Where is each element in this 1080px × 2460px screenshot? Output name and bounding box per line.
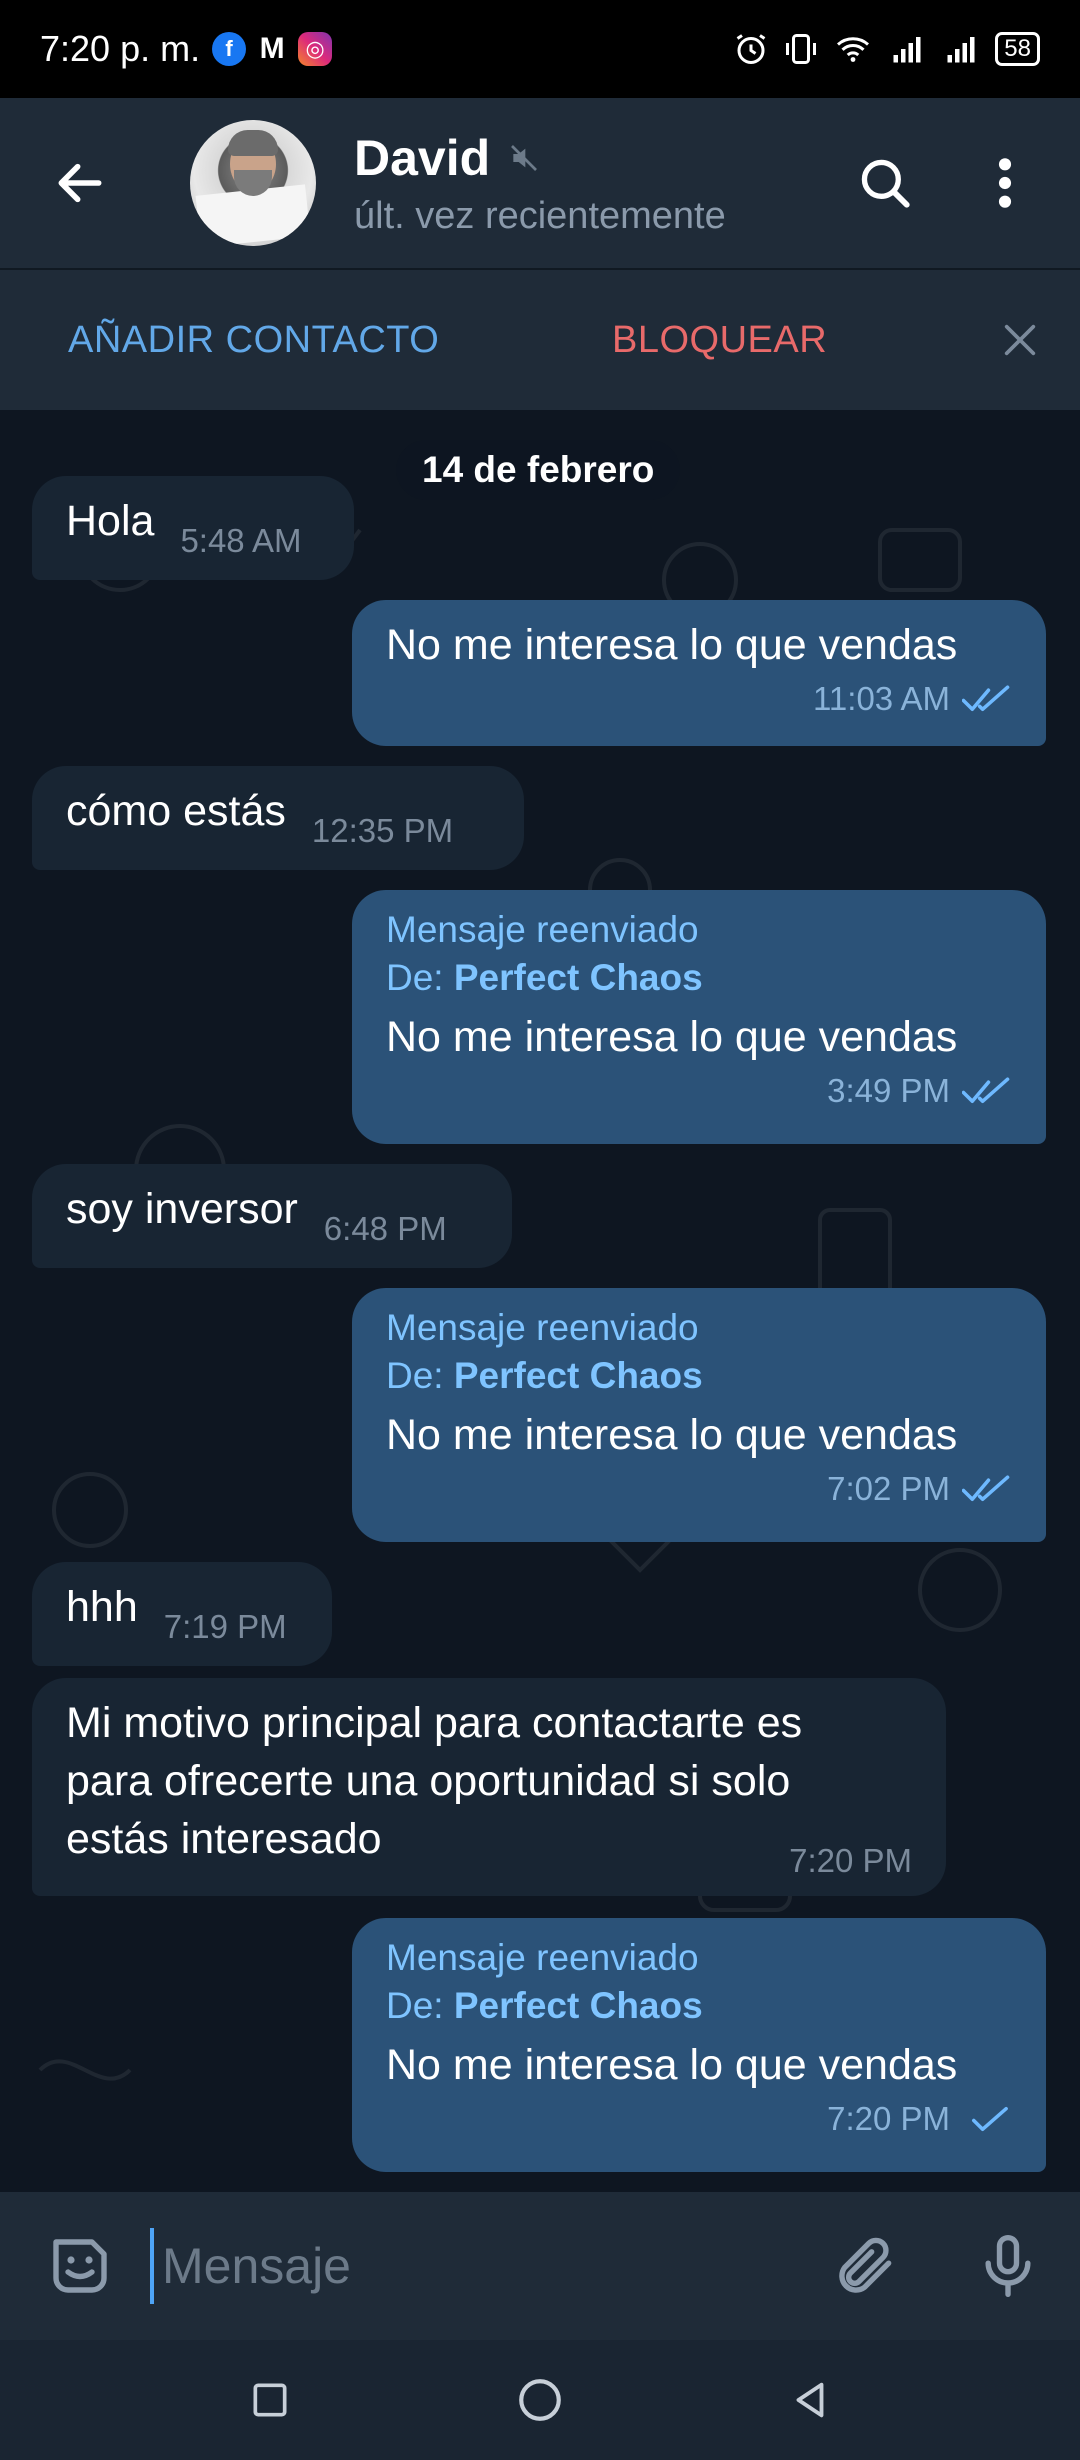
back-button[interactable] <box>40 143 120 223</box>
forwarded-message-bubble[interactable]: Mensaje reenviado De: Perfect Chaos No m… <box>352 890 1046 1144</box>
message-time: 7:20 PM <box>789 1842 912 1879</box>
message-time: 7:20 PM <box>827 2100 950 2137</box>
forwarded-label: Mensaje reenviado <box>386 1307 699 1348</box>
forwarded-from-prefix: De: <box>386 957 454 998</box>
more-vertical-icon <box>998 158 1012 208</box>
contact-name: David <box>354 129 491 186</box>
home-button[interactable] <box>500 2360 580 2440</box>
close-bar-button[interactable] <box>988 308 1052 372</box>
single-check-icon <box>972 2106 1008 2132</box>
arrow-left-icon <box>58 163 102 203</box>
contact-last-seen: últ. vez recientemente <box>354 194 726 237</box>
paperclip-icon <box>839 2237 892 2293</box>
message-text-line: Mi motivo principal para contactarte es <box>66 1699 803 1747</box>
vibrate-icon <box>786 34 817 64</box>
message-time: 5:48 AM <box>180 522 302 559</box>
close-icon <box>1004 324 1036 356</box>
message-text: No me interesa lo que vendas <box>386 621 958 669</box>
forwarded-from[interactable]: De: Perfect Chaos <box>386 1352 1012 1400</box>
message-text: hhh <box>66 1583 138 1631</box>
block-button[interactable]: BLOQUEAR <box>612 319 827 362</box>
forwarded-message-bubble[interactable]: Mensaje reenviado De: Perfect Chaos No m… <box>352 1918 1046 2172</box>
date-separator: 14 de febrero <box>396 440 681 500</box>
status-time: 7:20 p. m. <box>40 28 201 69</box>
voice-message-button[interactable] <box>970 2228 1046 2304</box>
system-navigation-bar <box>0 2340 1080 2460</box>
chat-area[interactable]: 14 de febrero Hola 5:48 AM No me interes… <box>0 410 1080 2192</box>
contact-info[interactable]: David últ. vez recientemente <box>354 129 726 238</box>
forwarded-from-prefix: De: <box>386 1355 454 1396</box>
message-text-line: para ofrecerte una oportunidad si solo <box>66 1757 791 1805</box>
attach-button[interactable] <box>828 2228 904 2304</box>
message-bubble-in[interactable]: cómo estás 12:35 PM <box>32 766 524 870</box>
signal-icon-2 <box>947 37 975 63</box>
message-text-line: estás interesado <box>66 1815 382 1863</box>
message-text: soy inversor <box>66 1185 298 1233</box>
message-input[interactable] <box>150 2228 790 2304</box>
message-time: 6:48 PM <box>323 1210 447 1247</box>
wifi-icon <box>837 37 870 62</box>
unknown-contact-bar: AÑADIR CONTACTO BLOQUEAR <box>0 268 1080 410</box>
battery-level: 58 <box>995 32 1040 66</box>
search-icon <box>861 159 910 208</box>
alarm-icon <box>736 34 766 64</box>
signal-icon <box>893 37 921 63</box>
message-text: cómo estás <box>66 787 286 835</box>
gmail-icon: M <box>259 32 285 65</box>
muted-icon <box>511 144 538 171</box>
message-time: 11:03 AM <box>813 680 950 717</box>
forwarded-label: Mensaje reenviado <box>386 1937 699 1978</box>
forwarded-from[interactable]: De: Perfect Chaos <box>386 1982 1012 2030</box>
status-system-icons: 58 <box>733 31 1040 67</box>
forwarded-from-name: Perfect Chaos <box>453 1355 703 1396</box>
message-bubble-out[interactable]: No me interesa lo que vendas 11:03 AM <box>352 600 1046 746</box>
double-check-icon <box>962 1077 1010 1104</box>
forwarded-from-name: Perfect Chaos <box>453 957 703 998</box>
forwarded-from-name: Perfect Chaos <box>453 1985 703 2026</box>
message-time: 12:35 PM <box>311 812 454 849</box>
forwarded-message-bubble[interactable]: Mensaje reenviado De: Perfect Chaos No m… <box>352 1288 1046 1542</box>
message-text: No me interesa lo que vendas <box>386 1411 958 1459</box>
instagram-icon: ◎ <box>298 32 333 66</box>
avatar[interactable] <box>190 120 316 246</box>
triangle-back-icon <box>796 2382 824 2418</box>
double-check-icon <box>962 1475 1010 1502</box>
message-bubble-in[interactable]: Mi motivo principal para contactarte es … <box>32 1678 946 1896</box>
double-check-icon <box>962 685 1010 712</box>
square-icon <box>253 2383 287 2417</box>
add-contact-button[interactable]: AÑADIR CONTACTO <box>68 319 439 362</box>
search-button[interactable] <box>850 148 920 218</box>
microphone-icon <box>985 2234 1031 2298</box>
chat-header: David últ. vez recientemente <box>0 98 1080 268</box>
forwarded-label: Mensaje reenviado <box>386 909 699 950</box>
status-bar: 7:20 p. m. f M ◎ 58 <box>0 0 1080 98</box>
more-options-button[interactable] <box>970 148 1040 218</box>
forwarded-from[interactable]: De: Perfect Chaos <box>386 954 1012 1002</box>
forwarded-from-prefix: De: <box>386 1985 454 2026</box>
message-text: No me interesa lo que vendas <box>386 2041 958 2089</box>
message-bubble-in[interactable]: soy inversor 6:48 PM <box>32 1164 512 1268</box>
facebook-icon: f <box>212 32 247 66</box>
message-text: Hola <box>66 497 155 545</box>
circle-icon <box>519 2379 561 2421</box>
status-notification-icons: f M ◎ <box>212 32 333 66</box>
emoji-sticker-button[interactable] <box>42 2228 118 2304</box>
message-time: 3:49 PM <box>827 1072 950 1109</box>
message-text: No me interesa lo que vendas <box>386 1013 958 1061</box>
back-nav-button[interactable] <box>770 2360 850 2440</box>
message-time: 7:19 PM <box>163 1608 287 1645</box>
recent-apps-button[interactable] <box>230 2360 310 2440</box>
sticker-icon <box>53 2239 107 2293</box>
message-bubble-in[interactable]: hhh 7:19 PM <box>32 1562 332 1666</box>
message-composer <box>0 2192 1080 2340</box>
message-bubble-in[interactable]: Hola 5:48 AM <box>32 476 354 580</box>
message-time: 7:02 PM <box>827 1470 950 1507</box>
